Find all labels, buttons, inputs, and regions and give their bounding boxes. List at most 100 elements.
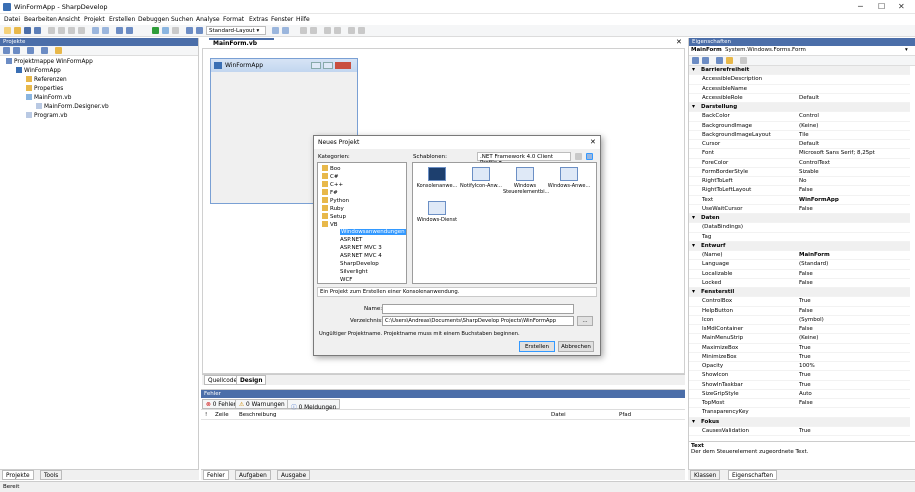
redo-icon[interactable] [102,27,109,34]
property-row[interactable]: IsMdiContainer False [689,325,910,335]
property-row[interactable]: ShowIcon True [689,371,910,381]
property-row[interactable]: Tag [689,233,910,242]
menu-hilfe[interactable]: Hilfe [296,16,310,23]
property-value[interactable]: True [799,372,811,378]
project-name-input[interactable] [382,304,574,314]
alphabetical-icon[interactable] [702,57,709,64]
events-icon[interactable] [726,57,733,64]
minimize-icon[interactable]: ─ [858,2,863,11]
new-file-icon[interactable] [4,27,11,34]
doc-tab-mainform[interactable]: MainForm.vb [209,38,274,47]
property-value[interactable]: False [799,187,813,193]
create-button[interactable]: Erstellen [519,341,555,352]
tree-project[interactable]: WinFormApp [16,67,61,74]
property-value[interactable]: WinFormApp [799,197,839,203]
warnings-filter-button[interactable]: ⚠ 0 Warnungen [235,399,289,409]
nav-back-icon[interactable] [272,27,279,34]
object-selector[interactable]: MainForm System.Windows.Forms.Form ▾ [689,46,915,56]
property-row[interactable]: MinimizeBox True [689,353,910,362]
property-value[interactable]: False [799,271,813,277]
property-category[interactable]: Fensterstil ▾ [689,288,910,298]
tab-aufgaben[interactable]: Aufgaben [235,470,271,480]
property-category[interactable]: Barrierefreiheit ▾ [689,66,910,76]
menu-format[interactable]: Format [223,16,244,23]
property-row[interactable]: BackgroundImage (Keine) [689,122,910,131]
category-windowsanwendungen[interactable]: Windowsanwendungen [340,229,406,235]
property-value[interactable]: (Standard) [799,261,828,267]
property-row[interactable]: TransparencyKey [689,408,910,418]
property-category[interactable]: Entwurf ▾ [689,241,910,251]
framework-select[interactable]: .NET Framework 4.0 Client Profile ▾ [477,152,571,166]
undo-icon[interactable] [92,27,99,34]
property-row[interactable]: Icon (Symbol) [689,316,910,325]
property-value[interactable]: False [799,280,813,286]
property-row[interactable]: ForeColor ControlText [689,159,910,168]
browse-button[interactable]: ... [577,316,593,326]
run-icon[interactable] [152,27,159,34]
menu-erstellen[interactable]: Erstellen [109,16,135,23]
property-row[interactable]: (DataBindings) [689,223,910,233]
property-row[interactable]: CausesValidation True [689,427,910,436]
comment-icon[interactable] [300,27,307,34]
category-python[interactable]: Python [322,197,349,204]
copy-icon[interactable] [58,27,65,34]
property-row[interactable]: AccessibleDescription [689,75,910,85]
tree-solution[interactable]: Projektmappe WinFormApp [6,58,93,65]
tree-mainform[interactable]: MainForm.vb [26,94,71,101]
open-icon[interactable] [14,27,21,34]
property-value[interactable]: True [799,354,811,360]
expand-icon[interactable]: ▾ [692,242,695,249]
properties-view-icon[interactable] [716,57,723,64]
category-aspnet[interactable]: ASP.NET [340,237,362,243]
property-value[interactable]: Default [799,95,819,101]
attach-icon[interactable] [186,27,193,34]
tab-klassen[interactable]: Klassen [690,470,721,480]
paste-icon[interactable] [68,27,75,34]
maximize-icon[interactable]: ☐ [878,2,885,11]
property-row[interactable]: AccessibleRole Default [689,94,910,103]
nav-forward-icon[interactable] [282,27,289,34]
template-windows-dienst[interactable]: Windows-Dienst [415,201,459,223]
property-value[interactable]: True [799,298,811,304]
breakpoint-icon[interactable] [196,27,203,34]
category-boo[interactable]: Boo [322,165,341,172]
col-path[interactable]: Pfad [619,412,631,418]
property-row[interactable]: Locked False [689,279,910,288]
property-row[interactable]: MaximizeBox True [689,344,910,353]
menu-extras[interactable]: Extras [249,16,268,23]
property-value[interactable]: True [799,428,811,434]
property-row[interactable]: BackgroundImageLayout Tile [689,131,910,140]
property-value[interactable]: False [799,400,813,406]
menu-bearbeiten[interactable]: Bearbeiten [24,16,57,23]
tab-eigenschaften[interactable]: Eigenschaften [728,470,778,480]
property-row[interactable]: ShowInTaskbar True [689,381,910,390]
tab-projekte[interactable]: Projekte [2,470,34,480]
property-value[interactable]: True [799,382,811,388]
menu-fenster[interactable]: Fenster [271,16,293,23]
menu-analyse[interactable]: Analyse [196,16,220,23]
property-pages-icon[interactable] [740,57,747,64]
tab-fehler[interactable]: Fehler [203,470,229,480]
dialog-close-icon[interactable]: ✕ [590,138,596,146]
expand-icon[interactable]: ▾ [692,103,695,110]
tree-mainform-designer[interactable]: MainForm.Designer.vb [36,103,109,110]
property-row[interactable]: Cursor Default [689,140,910,150]
category-sharpdevelop[interactable]: SharpDevelop [340,261,379,267]
tab-design[interactable]: Design [236,375,267,385]
outdent-icon[interactable] [334,27,341,34]
property-category[interactable]: Darstellung ▾ [689,103,910,113]
property-row[interactable]: HelpButton False [689,307,910,316]
menu-ansicht[interactable]: Ansicht [58,16,80,23]
folder-icon[interactable] [55,47,62,54]
category-ruby[interactable]: Ruby [322,205,344,212]
tree-program[interactable]: Program.vb [26,112,67,119]
property-row[interactable]: UseWaitCursor False [689,205,910,214]
col-description[interactable]: Beschreibung [239,412,277,418]
category-vb[interactable]: VB [322,221,338,228]
property-value[interactable]: (Symbol) [799,317,824,323]
step-icon[interactable] [162,27,169,34]
property-value[interactable]: ControlText [799,160,830,166]
property-value[interactable]: Tile [799,132,809,138]
bookmark-icon[interactable] [348,27,355,34]
property-row[interactable]: MainMenuStrip (Keine) [689,334,910,344]
